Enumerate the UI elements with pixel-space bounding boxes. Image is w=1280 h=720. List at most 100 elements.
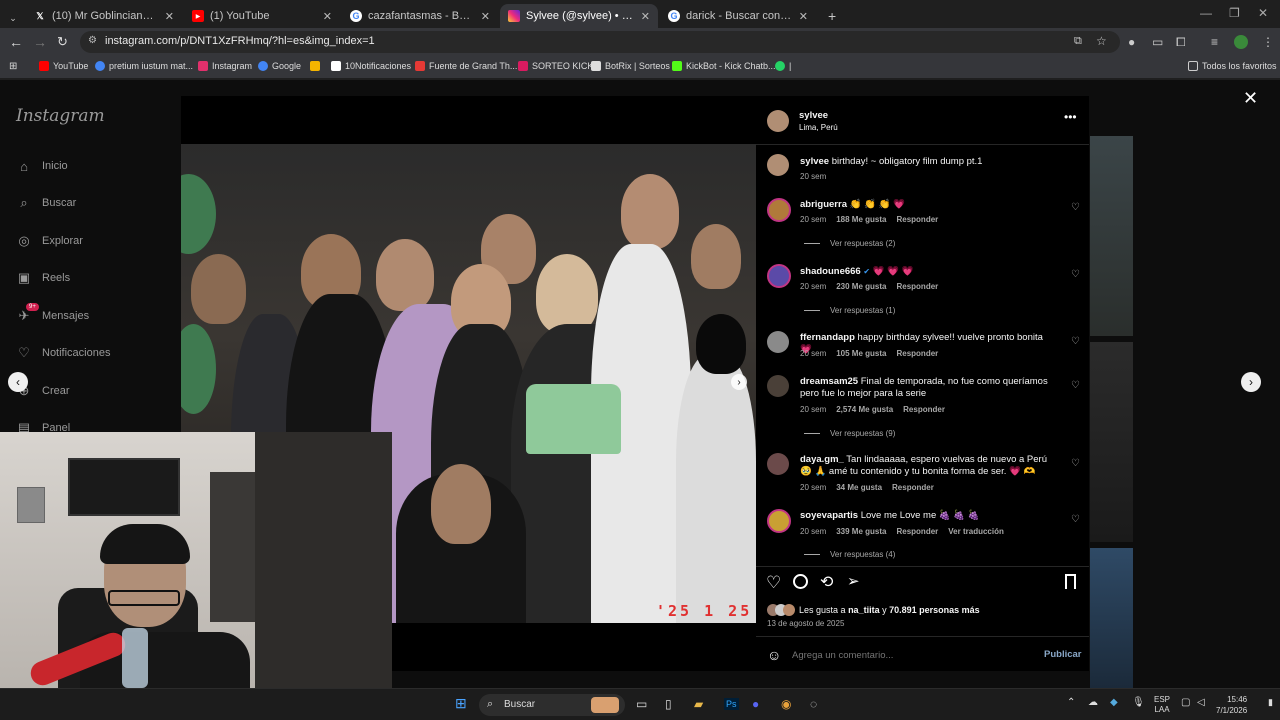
tray-icon[interactable]: ☁: [1088, 697, 1098, 708]
tray-icon[interactable]: ◆: [1110, 697, 1118, 708]
view-replies-button[interactable]: Ver respuestas (1): [804, 306, 895, 315]
tab-instagram[interactable]: Sylvee (@sylvee) • Fotos y videos ✕: [500, 4, 658, 28]
view-replies-button[interactable]: Ver respuestas (9): [804, 429, 895, 438]
nav-buscar[interactable]: ⌕ Buscar: [16, 195, 76, 211]
back-icon[interactable]: ←: [9, 34, 23, 50]
close-tab-icon[interactable]: ✕: [641, 10, 650, 23]
view-replies-button[interactable]: Ver respuestas (2): [804, 239, 895, 248]
apps-icon[interactable]: ⊞: [9, 61, 17, 72]
bookmark-pretium[interactable]: pretium iustum mat...: [95, 61, 193, 71]
avatar[interactable]: [767, 509, 791, 533]
close-window-icon[interactable]: ✕: [1258, 6, 1268, 20]
publish-button[interactable]: Publicar: [1044, 649, 1082, 660]
bookmark-sorteo-kick[interactable]: SORTEO KICK: [518, 61, 593, 71]
clock[interactable]: 15:46 7/1/2026: [1216, 694, 1247, 716]
task-view-icon[interactable]: ▭: [636, 697, 647, 711]
all-bookmarks[interactable]: Todos los favoritos: [1188, 61, 1277, 71]
tray-icon[interactable]: 🎙: [1132, 697, 1145, 708]
language-indicator[interactable]: ESP LAA: [1154, 695, 1170, 715]
minimize-icon[interactable]: —: [1200, 6, 1212, 20]
restore-icon[interactable]: ❐: [1229, 6, 1240, 20]
like-comment-icon[interactable]: ♡: [1071, 269, 1080, 280]
close-tab-icon[interactable]: ✕: [165, 10, 174, 23]
tab-google-darick[interactable]: G darick - Buscar con Google ✕: [660, 4, 816, 28]
bookmark-whatsapp[interactable]: |: [775, 61, 791, 71]
tab-google-cazafantasmas[interactable]: G cazafantasmas - Buscar con Google ✕: [342, 4, 498, 28]
comment-input[interactable]: [792, 648, 1022, 662]
bookmark-google[interactable]: Google: [258, 61, 301, 71]
comment-username[interactable]: dreamsam25: [800, 376, 858, 387]
puzzle-icon[interactable]: ⧠: [1176, 35, 1186, 50]
extension-icon[interactable]: ▭: [1152, 35, 1163, 49]
app-icon[interactable]: ◌: [810, 697, 817, 711]
like-comment-icon[interactable]: ♡: [1071, 202, 1080, 213]
like-comment-icon[interactable]: ♡: [1071, 458, 1080, 469]
nav-explorar[interactable]: ◎ Explorar: [16, 233, 83, 249]
bookmark-gta-source[interactable]: Fuente de Grand Th...: [415, 61, 517, 71]
bookmark-youtube[interactable]: YouTube: [39, 61, 88, 71]
discord-icon[interactable]: ●: [752, 697, 759, 711]
avatar[interactable]: [767, 110, 789, 132]
close-tab-icon[interactable]: ✕: [323, 10, 332, 23]
like-comment-icon[interactable]: ♡: [1071, 514, 1080, 525]
app-icon[interactable]: ▯: [665, 697, 672, 711]
repost-icon[interactable]: ⟲: [820, 572, 833, 592]
chrome-icon[interactable]: ◉: [781, 697, 791, 711]
close-tab-icon[interactable]: ✕: [481, 10, 490, 23]
photoshop-icon[interactable]: Ps: [724, 698, 739, 710]
forward-icon[interactable]: →: [33, 34, 47, 50]
emoji-icon[interactable]: ☺: [767, 647, 781, 663]
next-image-button[interactable]: ›: [731, 374, 747, 390]
bookmark-instagram[interactable]: Instagram: [198, 61, 252, 71]
next-post-button[interactable]: ›: [1241, 372, 1261, 392]
comment-username[interactable]: daya.gm_: [800, 454, 844, 465]
avatar[interactable]: [767, 453, 789, 475]
comment-icon[interactable]: [793, 574, 808, 589]
reading-list-icon[interactable]: ≡: [1211, 35, 1218, 49]
notifications-icon[interactable]: ▮: [1268, 697, 1273, 708]
share-icon[interactable]: ➢: [847, 572, 860, 590]
previous-post-button[interactable]: ‹: [8, 372, 28, 392]
comment-username[interactable]: ffernandapp: [800, 332, 855, 343]
tab-search-button[interactable]: ⌄: [4, 6, 22, 30]
url-text[interactable]: instagram.com/p/DNT1XzFRHmq/?hl=es&img_i…: [105, 35, 375, 47]
file-explorer-icon[interactable]: ▰: [694, 697, 703, 711]
comment-username[interactable]: soyevapartis: [800, 510, 858, 521]
install-app-icon[interactable]: ⧉: [1074, 35, 1082, 48]
more-options-icon[interactable]: •••: [1064, 110, 1077, 124]
like-icon[interactable]: ♡: [766, 573, 781, 593]
avatar[interactable]: [767, 198, 791, 222]
windows-start-icon[interactable]: ⊞: [455, 695, 467, 712]
new-tab-button[interactable]: +: [820, 4, 840, 28]
view-replies-button[interactable]: Ver respuestas (4): [804, 550, 895, 559]
nav-notificaciones[interactable]: ♡ Notificaciones: [16, 345, 110, 361]
bookmark-star-icon[interactable]: ☆: [1096, 34, 1107, 48]
avatar[interactable]: [767, 154, 789, 176]
bookmark-x-notifications[interactable]: 10Notificaciones: [331, 61, 411, 71]
tab-x[interactable]: 𝕏 (10) Mr Goblinciano en X: "Darick ✕: [26, 4, 182, 28]
menu-icon[interactable]: ⋮: [1262, 35, 1274, 49]
site-info-icon[interactable]: ⚙: [88, 35, 97, 46]
bookmark-botrix[interactable]: BotRix | Sorteos: [591, 61, 670, 71]
post-location[interactable]: Lima, Perú: [799, 123, 838, 132]
nav-inicio[interactable]: ⌂ Inicio: [16, 158, 68, 174]
address-bar[interactable]: ⚙ instagram.com/p/DNT1XzFRHmq/?hl=es&img…: [80, 31, 1120, 53]
nav-mensajes[interactable]: ✈ Mensajes 9+: [16, 303, 89, 324]
taskbar-search[interactable]: ⌕ Buscar: [479, 694, 625, 716]
bookmark-pinwheel[interactable]: [310, 61, 324, 71]
nav-reels[interactable]: ▣ Reels: [16, 270, 70, 286]
close-tab-icon[interactable]: ✕: [799, 10, 808, 23]
bookmark-kickbot[interactable]: KickBot - Kick Chatb...: [672, 61, 776, 71]
profile-avatar[interactable]: [1234, 35, 1248, 49]
comment-username[interactable]: abriguerra: [800, 199, 847, 210]
instagram-logo[interactable]: Instagram: [16, 106, 105, 126]
extension-icon[interactable]: ●: [1128, 35, 1135, 49]
tab-youtube[interactable]: ▶ (1) YouTube ✕: [184, 4, 340, 28]
caption-username[interactable]: sylvee: [800, 156, 829, 167]
like-comment-icon[interactable]: ♡: [1071, 380, 1080, 391]
wifi-icon[interactable]: ▢: [1181, 697, 1190, 708]
tray-chevron-icon[interactable]: ⌃: [1067, 697, 1075, 708]
like-comment-icon[interactable]: ♡: [1071, 336, 1080, 347]
reload-icon[interactable]: ↻: [57, 34, 68, 50]
post-username[interactable]: sylvee: [799, 110, 828, 121]
